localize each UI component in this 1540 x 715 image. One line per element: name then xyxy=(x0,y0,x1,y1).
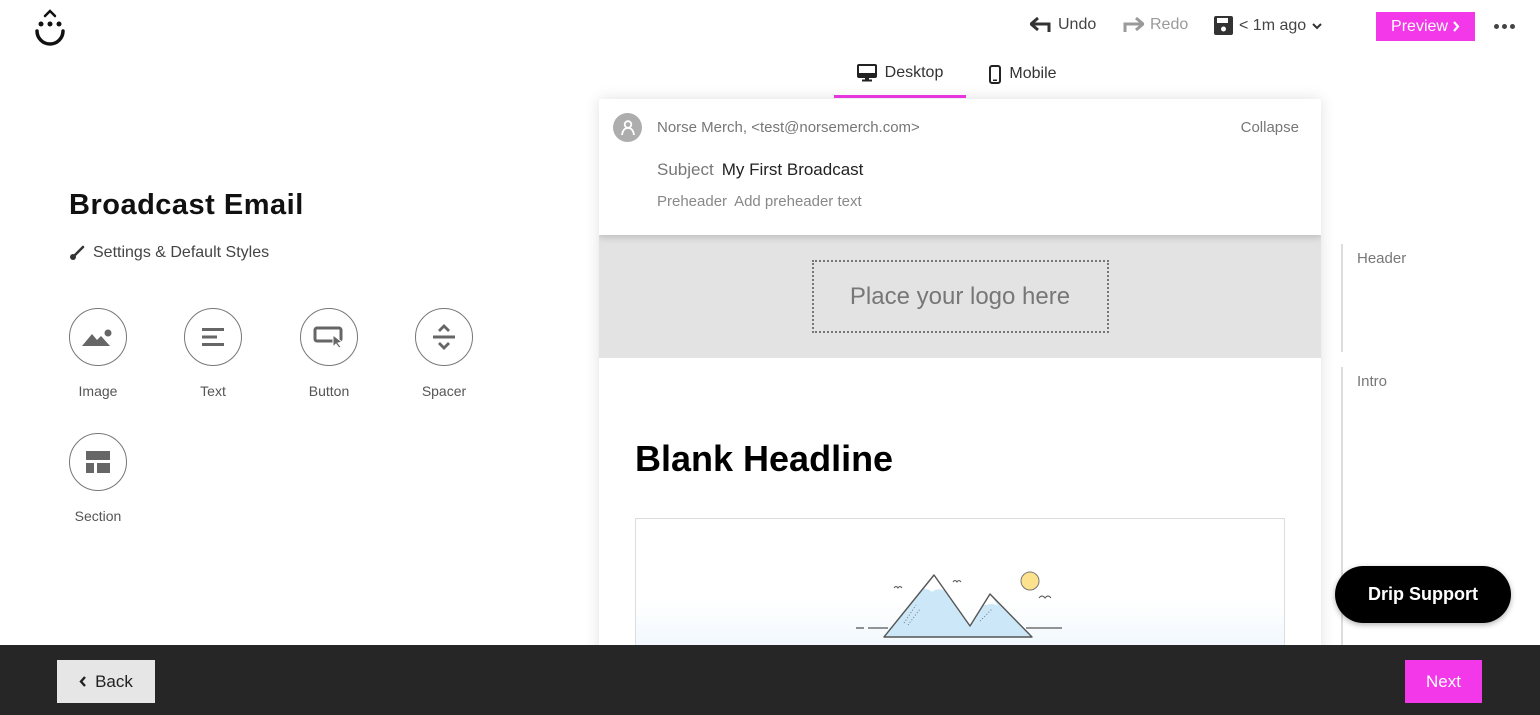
redo-label: Redo xyxy=(1150,16,1189,33)
settings-default-styles-link[interactable]: Settings & Default Styles xyxy=(69,244,269,262)
block-image-circle xyxy=(69,308,127,366)
rail-line xyxy=(1341,244,1343,352)
text-icon xyxy=(202,328,224,346)
email-intro-section[interactable]: Blank Headline xyxy=(599,358,1321,658)
drip-support-button[interactable]: Drip Support xyxy=(1335,566,1511,623)
block-image[interactable]: Image xyxy=(68,308,128,399)
block-button-circle xyxy=(300,308,358,366)
undo-icon xyxy=(1030,17,1051,32)
save-icon xyxy=(1214,16,1233,35)
block-text[interactable]: Text xyxy=(183,308,243,399)
block-button[interactable]: Button xyxy=(299,308,359,399)
block-text-label: Text xyxy=(200,383,226,399)
image-placeholder-block[interactable] xyxy=(635,518,1285,658)
more-options-button[interactable] xyxy=(1492,15,1516,37)
more-dot xyxy=(1501,23,1507,29)
rail-label-intro: Intro xyxy=(1357,373,1388,390)
mobile-icon xyxy=(989,64,1002,84)
save-status-dropdown[interactable]: < 1m ago xyxy=(1214,16,1322,35)
tab-desktop[interactable]: Desktop xyxy=(834,52,966,98)
undo-button[interactable]: Undo xyxy=(1030,16,1096,34)
button-icon xyxy=(313,326,344,348)
redo-button[interactable]: Redo xyxy=(1122,16,1188,34)
rail-label-header: Header xyxy=(1357,250,1407,267)
tab-mobile[interactable]: Mobile xyxy=(966,52,1076,96)
subject-key: Subject xyxy=(657,160,714,179)
email-envelope: Norse Merch, <test@norsemerch.com> Colla… xyxy=(599,99,1321,235)
more-dot xyxy=(1509,23,1515,29)
spacer-icon xyxy=(433,324,455,350)
chevron-left-icon xyxy=(79,676,86,687)
block-spacer-label: Spacer xyxy=(421,383,467,399)
logo-placeholder[interactable]: Place your logo here xyxy=(811,260,1109,333)
block-section-circle xyxy=(69,433,127,491)
save-status-text: < 1m ago xyxy=(1239,16,1307,34)
block-spacer[interactable]: Spacer xyxy=(414,308,474,399)
email-headline[interactable]: Blank Headline xyxy=(635,438,1285,480)
block-image-label: Image xyxy=(78,383,118,399)
section-icon xyxy=(86,451,110,473)
sender-avatar xyxy=(613,113,642,142)
block-text-circle xyxy=(184,308,242,366)
footer-bar: Back Next xyxy=(0,645,1540,715)
block-section-label: Section xyxy=(74,508,122,524)
user-icon xyxy=(620,119,635,135)
subject-value: My First Broadcast xyxy=(721,160,864,179)
email-preview: Norse Merch, <test@norsemerch.com> Colla… xyxy=(599,99,1321,659)
back-label: Back xyxy=(95,671,133,691)
subject-field[interactable]: Subject My First Broadcast xyxy=(657,160,863,180)
block-section[interactable]: Section xyxy=(68,433,128,524)
settings-label: Settings & Default Styles xyxy=(93,244,270,261)
block-spacer-circle xyxy=(415,308,473,366)
chevron-right-icon xyxy=(1453,21,1460,32)
more-horizontal-icon xyxy=(1493,23,1499,29)
sender-from[interactable]: Norse Merch, <test@norsemerch.com> xyxy=(657,119,920,136)
drip-smile-logo-icon xyxy=(35,9,65,46)
tab-desktop-label: Desktop xyxy=(884,63,944,81)
tab-mobile-label: Mobile xyxy=(1009,65,1057,82)
page-title: Broadcast Email xyxy=(69,189,304,221)
image-icon xyxy=(82,329,112,346)
back-button[interactable]: Back xyxy=(57,660,155,703)
device-tabs: Desktop Mobile xyxy=(834,52,1076,98)
desktop-icon xyxy=(856,63,877,81)
chevron-down-icon xyxy=(1312,22,1322,29)
drip-logo[interactable] xyxy=(32,8,70,48)
next-button[interactable]: Next xyxy=(1405,660,1482,703)
mountain-illustration-icon xyxy=(856,571,1062,638)
paintbrush-icon xyxy=(70,245,85,260)
collapse-button[interactable]: Collapse xyxy=(1241,119,1299,136)
preheader-field[interactable]: Preheader Add preheader text xyxy=(657,193,862,210)
email-header-section[interactable]: Place your logo here xyxy=(599,235,1321,358)
preheader-key: Preheader xyxy=(657,193,728,210)
preview-button[interactable]: Preview xyxy=(1376,12,1475,41)
preheader-placeholder: Add preheader text xyxy=(734,193,862,210)
block-button-label: Button xyxy=(308,383,350,399)
redo-icon xyxy=(1123,17,1144,32)
undo-label: Undo xyxy=(1058,16,1097,33)
preview-label: Preview xyxy=(1391,17,1448,35)
